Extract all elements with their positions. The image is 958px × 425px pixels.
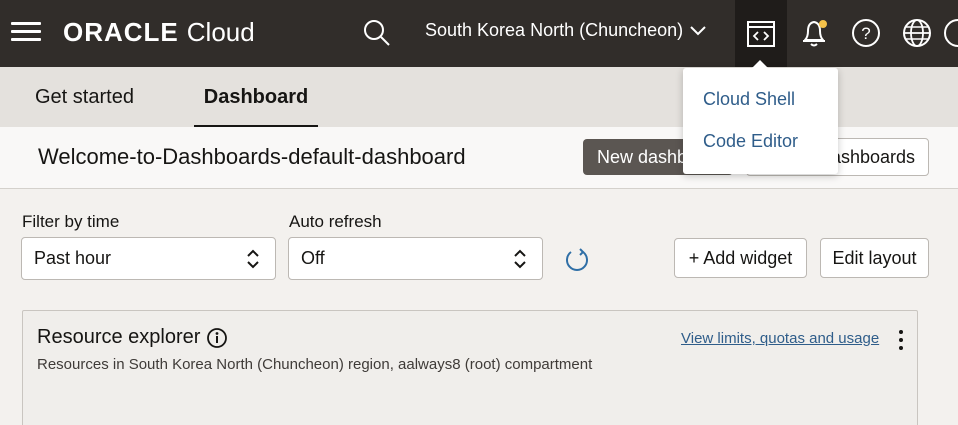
notifications-button[interactable] [799,16,831,50]
hamburger-menu-icon[interactable] [11,22,41,42]
chevron-down-icon [690,25,706,35]
time-filter-value: Past hour [34,248,112,268]
auto-refresh-select[interactable]: Off [288,237,543,280]
product-name: Cloud [186,17,255,47]
more-options-icon[interactable] [893,328,909,352]
refresh-icon[interactable] [562,245,592,275]
resource-explorer-widget: Resource explorer Resources in South Kor… [22,310,918,425]
brand-name: ORACLE [63,17,179,47]
updown-chevron-icon [247,249,259,269]
dashboard-title[interactable]: Welcome-to-Dashboards-default-dashboard [38,144,466,170]
widget-title-text: Resource explorer [37,326,201,348]
help-icon[interactable]: ? [850,17,882,49]
add-widget-button[interactable]: + Add widget [674,238,807,278]
auto-refresh-value: Off [301,248,325,268]
view-limits-link[interactable]: View limits, quotas and usage [681,330,879,347]
developer-tools-button[interactable] [735,0,787,67]
info-icon[interactable] [206,327,228,349]
tab-get-started[interactable]: Get started [35,67,134,127]
tab-dashboard[interactable]: Dashboard [194,67,318,127]
oracle-cloud-logo[interactable]: ORACLE Cloud [63,17,255,48]
menu-item-code-editor[interactable]: Code Editor [703,131,798,152]
widget-subtitle: Resources in South Korea North (Chuncheo… [37,356,593,373]
menu-item-cloud-shell[interactable]: Cloud Shell [703,89,795,110]
search-icon[interactable] [362,18,392,48]
auto-refresh-label: Auto refresh [289,212,382,231]
region-name: South Korea North (Chuncheon) [425,20,684,40]
code-window-icon [747,20,775,47]
edit-layout-button[interactable]: Edit layout [820,238,929,278]
developer-tools-menu: Cloud Shell Code Editor [683,60,838,174]
bell-icon [803,20,827,47]
updown-chevron-icon [514,249,526,269]
widget-title: Resource explorer [37,326,228,349]
region-selector[interactable]: South Korea North (Chuncheon) [425,20,707,41]
svg-text:?: ? [861,24,870,43]
time-filter-select[interactable]: Past hour [21,237,276,280]
notification-dot [819,20,827,28]
globe-icon[interactable] [901,17,933,49]
top-navigation-bar: ORACLE Cloud South Korea North (Chuncheo… [0,0,958,67]
filter-by-time-label: Filter by time [22,212,120,231]
profile-icon[interactable] [942,17,958,49]
